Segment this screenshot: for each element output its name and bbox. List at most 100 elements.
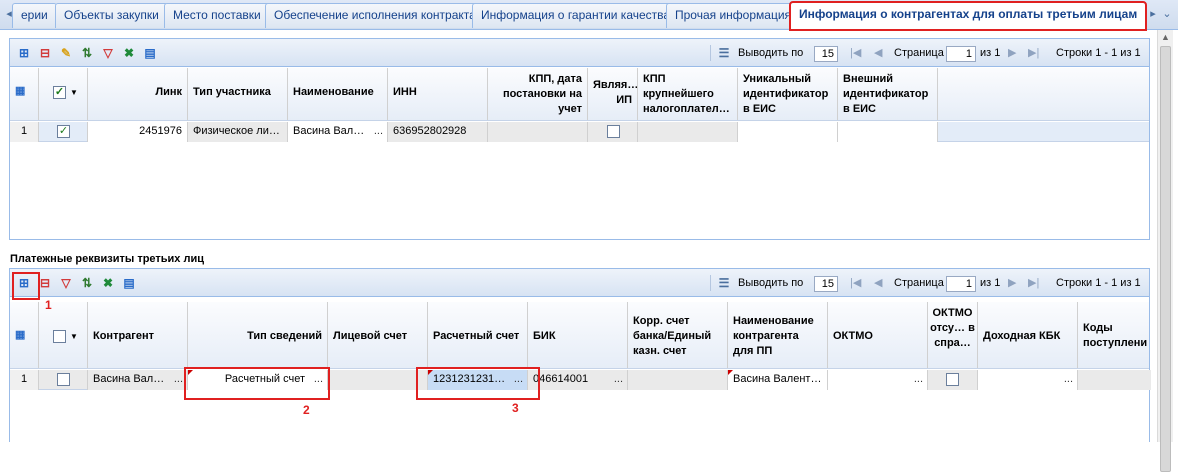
per-page-input[interactable]: 15 [814, 46, 838, 62]
page-size-icon[interactable]: ☰ [716, 45, 732, 61]
payment-grid-header: ▦ ▼ Контрагент Тип сведений Лицевой счет… [10, 302, 1149, 369]
oktmo-absent-checkbox[interactable] [946, 373, 959, 386]
header-largest-kpp[interactable]: КПП крупнейшего налогоплател… [638, 68, 738, 120]
header-bik[interactable]: БИК [528, 302, 628, 368]
prev-page-icon[interactable]: ◀ [874, 269, 882, 297]
columns-settings-icon[interactable]: ▤ [142, 45, 158, 61]
cell-oktmo[interactable]: ... [828, 370, 928, 390]
page-label: Страница [894, 47, 944, 59]
ellipsis-button[interactable]: ... [1064, 370, 1073, 389]
filter-icon[interactable]: ▽ [58, 275, 74, 291]
tab-series[interactable]: ерии [12, 3, 57, 28]
ellipsis-button[interactable]: ... [174, 370, 183, 389]
filter-icon[interactable]: ▽ [100, 45, 116, 61]
select-all-checkbox[interactable] [53, 330, 66, 343]
header-unique-id[interactable]: Уникальный идентификатор в ЕИС [738, 68, 838, 120]
first-page-icon[interactable]: |◀ [850, 269, 861, 297]
contractors-grid-header: ▦ ✓ ▼ Линк Тип участника Наименование ИН… [10, 68, 1149, 121]
edit-icon[interactable]: ✎ [58, 45, 74, 61]
table-row[interactable]: 1 ✓ 2451976 Физическое ли… Васина Вал…..… [10, 122, 1149, 142]
excel-export-icon[interactable]: ✖ [121, 45, 137, 61]
next-page-icon[interactable]: ▶ [1008, 269, 1016, 297]
cell-name-text: Васина Вал… [293, 125, 365, 137]
cell-bik[interactable]: 046614001... [528, 370, 628, 390]
rows-count: Строки 1 - 1 из 1 [1056, 47, 1141, 59]
tab-other-info[interactable]: Прочая информация [666, 3, 801, 28]
cell-oktmo-absent[interactable] [928, 370, 978, 390]
tab-purchase-objects[interactable]: Объекты закупки [55, 3, 168, 28]
sort-icon[interactable]: ⇅ [79, 275, 95, 291]
excel-export-icon[interactable]: ✖ [100, 275, 116, 291]
annotation-3: 3 [512, 401, 519, 415]
highlight-add-button [12, 272, 40, 300]
header-inn[interactable]: ИНН [388, 68, 488, 120]
next-page-icon[interactable]: ▶ [1008, 39, 1016, 67]
page-scrollbar[interactable]: ▲ [1157, 30, 1173, 472]
header-personal-account[interactable]: Лицевой счет [328, 302, 428, 368]
scrollbar-thumb[interactable] [1160, 46, 1171, 472]
header-info-type[interactable]: Тип сведений [188, 302, 328, 368]
page-input[interactable]: 1 [946, 276, 976, 292]
pager-separator [710, 275, 711, 291]
per-page-input[interactable]: 15 [814, 276, 838, 292]
header-external-id[interactable]: Внешний идентификатор в ЕИС [838, 68, 938, 120]
page-input[interactable]: 1 [946, 46, 976, 62]
header-income-codes[interactable]: Коды поступлени [1078, 302, 1151, 368]
page-size-icon[interactable]: ☰ [716, 275, 732, 291]
header-oktmo[interactable]: ОКТМО [828, 302, 928, 368]
grid-settings-icon[interactable]: ▦ [10, 68, 39, 120]
ellipsis-button[interactable]: ... [914, 370, 923, 389]
dropdown-arrow-icon[interactable]: ▼ [70, 329, 78, 344]
prev-page-icon[interactable]: ◀ [874, 39, 882, 67]
header-settlement-account[interactable]: Расчетный счет [428, 302, 528, 368]
annotation-1: 1 [45, 298, 52, 312]
cell-contractor[interactable]: Васина Вал…... [88, 370, 188, 390]
cell-is-ip[interactable] [588, 122, 638, 142]
delete-row-icon[interactable]: ⊟ [37, 45, 53, 61]
ellipsis-button[interactable]: ... [374, 122, 383, 141]
header-income-kbk[interactable]: Доходная КБК [978, 302, 1078, 368]
scroll-up-icon[interactable]: ▲ [1161, 32, 1170, 42]
tab-contract-security[interactable]: Обеспечение исполнения контракта [265, 3, 485, 28]
is-ip-checkbox[interactable] [607, 125, 620, 138]
grid-settings-icon[interactable]: ▦ [10, 302, 39, 368]
select-all-header[interactable]: ✓ ▼ [39, 68, 88, 120]
columns-settings-icon[interactable]: ▤ [121, 275, 137, 291]
header-corr-account[interactable]: Корр. счет банка/Единый казн. счет [628, 302, 728, 368]
header-link[interactable]: Линк [88, 68, 188, 120]
select-all-checkbox[interactable]: ✓ [53, 86, 66, 99]
row-select-checkbox[interactable]: ✓ [57, 125, 70, 138]
row-select-cell[interactable]: ✓ [39, 122, 88, 142]
tab-bar: ◂ ерии Объекты закупки Место поставки Об… [0, 0, 1178, 31]
header-pp-name[interactable]: Наименование контрагента для ПП [728, 302, 828, 368]
tab-delivery-place[interactable]: Место поставки [164, 3, 270, 28]
page-label: Страница [894, 277, 944, 289]
tab-quality-guarantee[interactable]: Информация о гарантии качества [472, 3, 680, 28]
cell-income-kbk[interactable]: ... [978, 370, 1078, 390]
rows-count: Строки 1 - 1 из 1 [1056, 277, 1141, 289]
dropdown-arrow-icon[interactable]: ▼ [70, 85, 78, 100]
row-select-cell[interactable] [39, 370, 88, 390]
header-name[interactable]: Наименование [288, 68, 388, 120]
tab-menu-chevron-icon[interactable]: ⌄ [1160, 6, 1174, 22]
table-row[interactable]: 1 Васина Вал…... Расчетный счет... 12312… [10, 370, 1151, 390]
last-page-icon[interactable]: ▶| [1028, 269, 1039, 297]
header-oktmo-absent[interactable]: ОКТМО отсу… в спра… [928, 302, 978, 368]
ellipsis-button[interactable]: ... [614, 370, 623, 389]
tab-scroll-right-icon[interactable]: ▸ [1146, 6, 1160, 22]
first-page-icon[interactable]: |◀ [850, 39, 861, 67]
header-contractor[interactable]: Контрагент [88, 302, 188, 368]
last-page-icon[interactable]: ▶| [1028, 39, 1039, 67]
required-marker [728, 370, 733, 375]
tab-third-party-contractors[interactable]: Информация о контрагентах для оплаты тре… [789, 1, 1147, 31]
tab-label: ерии [21, 8, 48, 22]
row-select-checkbox[interactable] [57, 373, 70, 386]
add-row-icon[interactable]: ⊞ [16, 45, 32, 61]
sort-icon[interactable]: ⇅ [79, 45, 95, 61]
cell-name[interactable]: Васина Вал…... [288, 122, 388, 142]
header-kpp-date[interactable]: КПП, дата постановки на учет [488, 68, 588, 120]
cell-bik-text: 046614001 [533, 373, 589, 385]
header-is-ip[interactable]: Являя… ИП [588, 68, 638, 120]
header-participant-type[interactable]: Тип участника [188, 68, 288, 120]
cell-pp-name[interactable]: Васина Валент… [728, 370, 828, 390]
